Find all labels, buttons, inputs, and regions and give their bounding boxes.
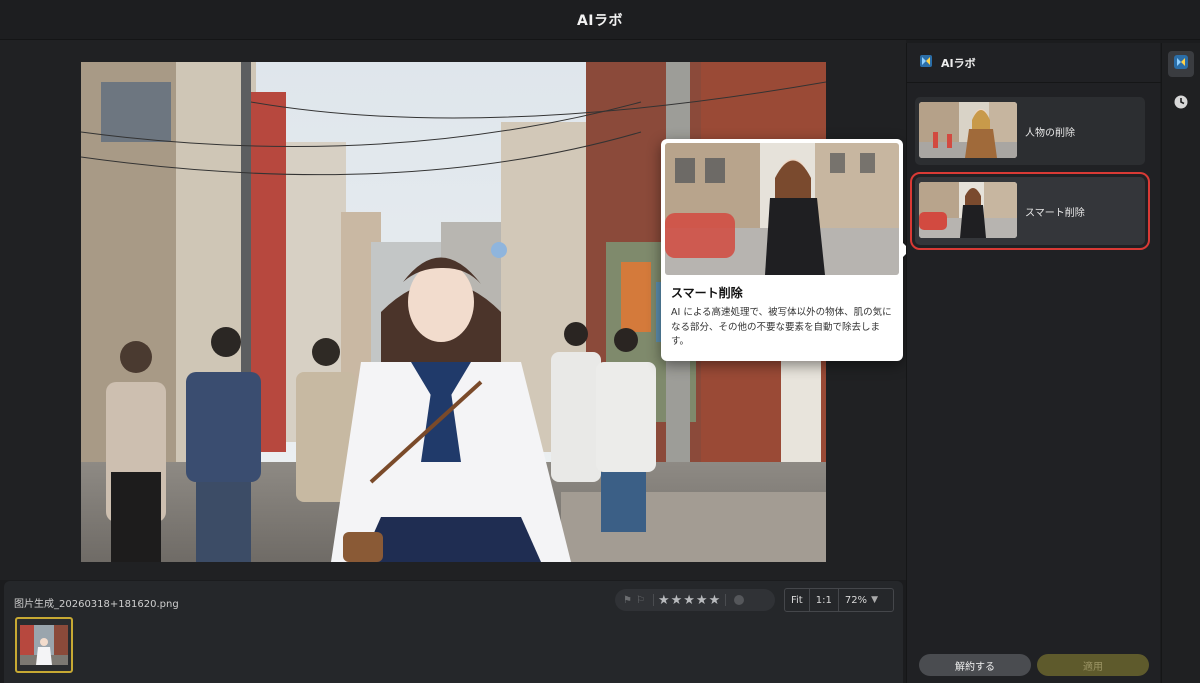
app-title: AIラボ [576,12,624,29]
feature-thumbnail-smart-removal [919,182,1017,238]
history-clock-icon [1173,94,1189,114]
star-icon-4[interactable]: ★ [696,593,708,608]
reject-flag-icon[interactable]: ⚐ [636,595,645,606]
star-icon-3[interactable]: ★ [683,593,695,608]
feature-card-person-removal[interactable]: 人物の削除 [915,97,1145,165]
ai-lab-icon [1173,54,1189,74]
filmstrip-bar: 图片生成_20260318+181620.png ⚑ ⚐ ★ ★ ★ ★ ★ F… [4,581,903,683]
tooltip-title: スマート削除 [671,286,743,300]
file-name: 图片生成_20260318+181620.png [14,599,179,610]
feature-card-smart-removal[interactable]: スマート削除 [910,172,1150,250]
zoom-1to1-button[interactable]: 1:1 [810,589,839,611]
rating-bar: ⚑ ⚐ ★ ★ ★ ★ ★ [615,589,775,611]
zoom-fit-button[interactable]: Fit [785,589,810,611]
star-icon-1[interactable]: ★ [658,593,670,608]
zoom-controls: Fit 1:1 72% ▼ [784,588,894,612]
color-label-dot[interactable] [734,595,745,605]
tooltip-preview-image [665,143,899,275]
zoom-percent-select[interactable]: 72% ▼ [839,589,884,611]
cancel-button[interactable]: 解約する [919,654,1031,676]
star-icon-5[interactable]: ★ [709,593,721,608]
feature-thumbnail-person-removal [919,102,1017,158]
filmstrip-thumbnail[interactable] [15,617,73,673]
ai-lab-panel: AIラボ 人物の削除 スマート削除 解約する 適用 [906,43,1161,683]
chevron-down-icon: ▼ [871,595,878,605]
panel-header: AIラボ [907,43,1161,83]
right-tool-rail [1161,43,1200,683]
rating-divider [652,594,654,606]
feature-tooltip: スマート削除 AI による高速処理で、被写体以外の物体、肌の気になる部分、その他… [661,139,910,361]
title-bar: AIラボ [0,0,1200,40]
image-stage: スマート削除 AI による高速処理で、被写体以外の物体、肌の気になる部分、その他… [0,40,910,580]
feature-label: 人物の削除 [1025,128,1075,139]
feature-label: スマート削除 [1025,208,1085,219]
ai-lab-icon [919,53,933,72]
history-rail-button[interactable] [1168,91,1194,117]
apply-button[interactable]: 適用 [1037,654,1149,676]
flag-icon[interactable]: ⚑ [623,595,632,606]
zoom-percent-value: 72% [844,594,868,606]
ai-lab-rail-button[interactable] [1168,51,1194,77]
tooltip-description: AI による高速処理で、被写体以外の物体、肌の気になる部分、その他の不要な要素を… [671,307,892,347]
star-icon-2[interactable]: ★ [671,593,683,608]
rating-divider-2 [725,594,727,606]
panel-title: AIラボ [941,56,976,70]
